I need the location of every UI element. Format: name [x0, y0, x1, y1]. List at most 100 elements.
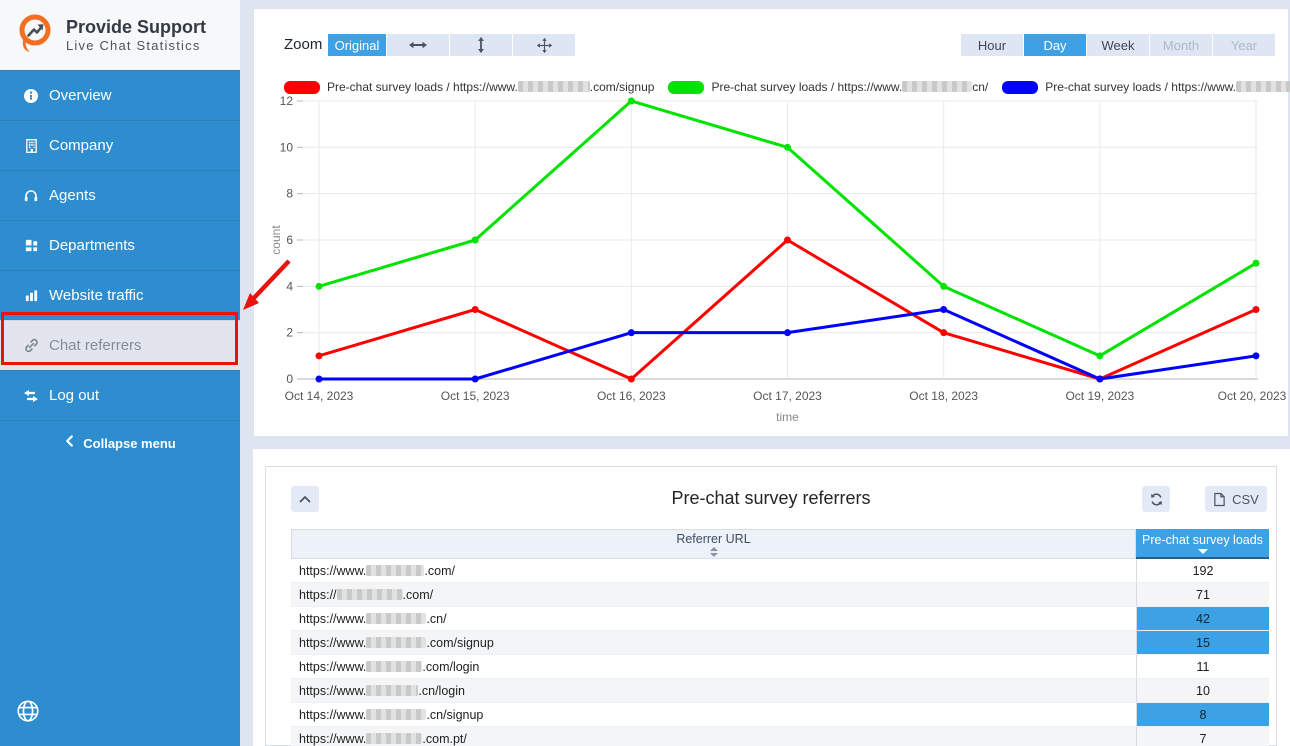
svg-text:Oct 14, 2023: Oct 14, 2023	[285, 389, 354, 403]
bar-chart-icon	[22, 288, 40, 303]
referrer-url-cell: https://www..com/signup	[291, 631, 1136, 654]
table-row: https://www..com.pt/7	[291, 727, 1269, 746]
svg-text:Oct 15, 2023: Oct 15, 2023	[441, 389, 510, 403]
svg-text:10: 10	[280, 140, 294, 154]
sidebar-item-chat-referrers[interactable]: Chat referrers	[0, 320, 240, 370]
csv-button-label: CSV	[1232, 492, 1259, 507]
sort-icon	[710, 547, 718, 557]
headset-icon	[22, 188, 40, 204]
widget-header: Pre-chat survey referrers CSV	[266, 467, 1276, 529]
sidebar-item-label: Overview	[49, 87, 112, 104]
brand-title: Provide Support	[66, 18, 206, 37]
chevron-up-icon	[298, 494, 312, 504]
sidebar-item-label: Log out	[49, 387, 99, 404]
survey-loads-cell: 15	[1136, 631, 1269, 654]
logout-icon	[22, 388, 40, 404]
survey-loads-cell: 42	[1136, 607, 1269, 630]
sidebar-item-label: Departments	[49, 237, 135, 254]
table-header-row: Referrer URL Pre-chat survey loads	[291, 529, 1269, 559]
svg-text:8: 8	[286, 187, 293, 201]
app-window: Provide Support Live Chat Statistics Ove…	[0, 0, 1290, 746]
svg-text:6: 6	[286, 233, 293, 247]
sidebar-item-agents[interactable]: Agents	[0, 170, 240, 220]
survey-loads-cell: 71	[1136, 583, 1269, 606]
redacted-text	[337, 589, 403, 600]
sidebar-item-label: Agents	[49, 187, 96, 204]
svg-text:0: 0	[286, 372, 293, 386]
referrer-url-cell: https://www..cn/signup	[291, 703, 1136, 726]
sidebar-item-website-traffic[interactable]: Website traffic	[0, 270, 240, 320]
brand-subtitle: Live Chat Statistics	[66, 39, 206, 53]
svg-text:Oct 17, 2023: Oct 17, 2023	[753, 389, 822, 403]
sidebar: Provide Support Live Chat Statistics Ove…	[0, 0, 240, 746]
collapse-menu-label: Collapse menu	[83, 436, 175, 451]
referrer-url-cell: https://www..com/login	[291, 655, 1136, 678]
info-icon	[22, 88, 40, 104]
globe-icon[interactable]	[15, 698, 41, 729]
table-body: https://www..com/192https://.com/71https…	[291, 559, 1269, 746]
referrer-url-cell: https://www..com.pt/	[291, 727, 1136, 746]
bottom-panel: Pre-chat survey referrers CSV Referrer U…	[253, 449, 1290, 746]
referrer-url-cell: https://www..cn/	[291, 607, 1136, 630]
sidebar-item-overview[interactable]: Overview	[0, 70, 240, 120]
departments-icon	[22, 238, 40, 253]
table-row: https://www..cn/login10	[291, 679, 1269, 703]
sidebar-item-company[interactable]: Company	[0, 120, 240, 170]
referrers-widget: Pre-chat survey referrers CSV Referrer U…	[265, 466, 1277, 746]
sidebar-item-label: Website traffic	[49, 287, 143, 304]
redacted-text	[366, 565, 424, 576]
table-row: https://www..cn/42	[291, 607, 1269, 631]
svg-text:2: 2	[286, 326, 293, 340]
survey-loads-cell: 192	[1136, 559, 1269, 582]
brand-logo-area: Provide Support Live Chat Statistics	[0, 0, 240, 70]
collapse-widget-button[interactable]	[291, 486, 319, 512]
redacted-text	[366, 613, 426, 624]
chart-panel: Zoom Original Hour Day Week Month Year P…	[253, 8, 1289, 437]
sidebar-item-departments[interactable]: Departments	[0, 220, 240, 270]
sidebar-item-log-out[interactable]: Log out	[0, 370, 240, 420]
widget-title: Pre-chat survey referrers	[266, 483, 1276, 513]
svg-text:12: 12	[280, 94, 294, 108]
table-row: https://.com/71	[291, 583, 1269, 607]
column-header-referrer-url[interactable]: Referrer URL	[291, 529, 1136, 559]
referrer-url-cell: https://.com/	[291, 583, 1136, 606]
svg-text:count: count	[269, 225, 283, 255]
brand-text: Provide Support Live Chat Statistics	[66, 18, 206, 53]
redacted-text	[366, 661, 422, 672]
referrer-url-cell: https://www..com/	[291, 559, 1136, 582]
chevron-left-icon	[64, 434, 75, 453]
table-row: https://www..cn/signup8	[291, 703, 1269, 727]
survey-loads-cell: 8	[1136, 703, 1269, 726]
svg-text:4: 4	[286, 279, 293, 293]
redacted-text	[366, 685, 418, 696]
svg-text:Oct 16, 2023: Oct 16, 2023	[597, 389, 666, 403]
svg-text:Oct 19, 2023: Oct 19, 2023	[1065, 389, 1134, 403]
redacted-text	[366, 733, 422, 744]
table-row: https://www..com/192	[291, 559, 1269, 583]
column-header-survey-loads[interactable]: Pre-chat survey loads	[1136, 529, 1269, 559]
refresh-button[interactable]	[1142, 486, 1170, 512]
building-icon	[22, 138, 40, 154]
redacted-text	[366, 637, 426, 648]
referrers-table: Referrer URL Pre-chat survey loads https…	[291, 529, 1269, 746]
line-chart[interactable]: 0 2 4 6 8 10 12 Oct 14, 2023 Oct 15, 2023 Oct 16,…	[254, 9, 1288, 436]
referrer-url-cell: https://www..cn/login	[291, 679, 1136, 702]
redacted-text	[366, 709, 426, 720]
survey-loads-cell: 10	[1136, 679, 1269, 702]
sort-desc-icon	[1198, 549, 1208, 554]
export-csv-button[interactable]: CSV	[1205, 486, 1267, 512]
survey-loads-cell: 11	[1136, 655, 1269, 678]
collapse-menu-button[interactable]: Collapse menu	[0, 420, 240, 465]
svg-text:time: time	[776, 410, 799, 424]
sidebar-item-label: Company	[49, 137, 113, 154]
file-icon	[1213, 492, 1226, 507]
table-row: https://www..com/signup15	[291, 631, 1269, 655]
provide-support-logo-icon	[14, 11, 56, 60]
svg-text:Oct 20, 2023: Oct 20, 2023	[1218, 389, 1287, 403]
sidebar-item-label: Chat referrers	[49, 337, 142, 354]
survey-loads-cell: 7	[1136, 727, 1269, 746]
link-icon	[22, 337, 40, 354]
svg-text:Oct 18, 2023: Oct 18, 2023	[909, 389, 978, 403]
table-row: https://www..com/login11	[291, 655, 1269, 679]
refresh-icon	[1149, 492, 1164, 507]
